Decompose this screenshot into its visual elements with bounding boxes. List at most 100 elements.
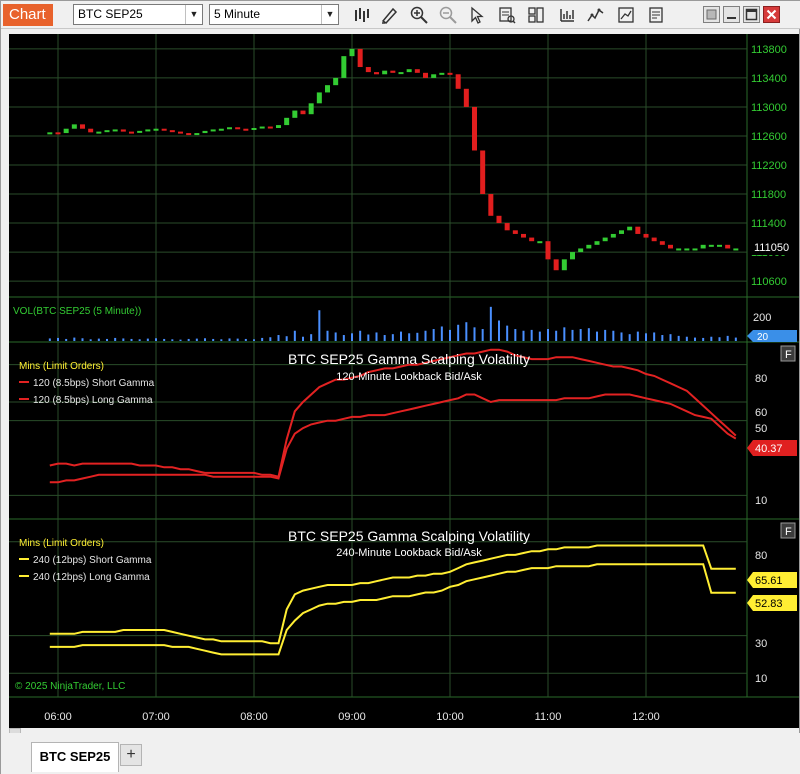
candle: [243, 128, 249, 131]
indicators-icon[interactable]: [586, 5, 606, 25]
candle: [145, 129, 151, 132]
time-tick-label: 07:00: [142, 711, 170, 723]
minimize-button[interactable]: [723, 6, 740, 23]
candle: [561, 259, 567, 271]
candle: [333, 77, 339, 86]
candle: [521, 233, 526, 238]
price-tick-label: 110600: [751, 276, 787, 288]
candle: [104, 130, 110, 133]
volume-bar: [677, 335, 680, 341]
instrument-selector[interactable]: BTC SEP25 ▼: [73, 4, 203, 25]
zoom-out-icon[interactable]: [438, 5, 458, 25]
volume-tick-label: 200: [753, 312, 771, 324]
candle: [619, 230, 624, 234]
tab-btc-sep25[interactable]: BTC SEP25: [31, 742, 119, 772]
price-tick-label: 111800: [751, 189, 786, 201]
volume-bar: [440, 326, 443, 341]
gamma-120-legend-title: Mins (Limit Orders): [19, 361, 104, 372]
price-tick-label: 111400: [751, 218, 786, 230]
restore-button[interactable]: [703, 6, 720, 23]
volume-bar: [367, 334, 370, 341]
candle: [63, 128, 69, 134]
chart-properties-icon[interactable]: [616, 5, 636, 25]
gamma-120-f-label: F: [785, 349, 792, 361]
zoom-in-icon[interactable]: [409, 5, 429, 25]
candle: [161, 128, 167, 131]
volume-bar: [187, 338, 190, 341]
candle: [284, 117, 290, 126]
pointer-icon[interactable]: [467, 5, 487, 25]
candle: [129, 131, 134, 134]
attach-order-icon[interactable]: [646, 5, 666, 25]
bar-type-icon[interactable]: [352, 5, 372, 25]
candle: [602, 237, 608, 242]
volume-bar: [457, 324, 460, 341]
volume-bar: [465, 322, 468, 341]
last-price-marker: 111050: [749, 238, 797, 255]
gamma-240-title: BTC SEP25 Gamma Scalping Volatility: [288, 528, 530, 544]
price-tick-label: 113800: [751, 44, 787, 56]
volume-bar: [179, 339, 182, 341]
volume-bar: [342, 335, 345, 341]
volume-bar: [326, 330, 329, 341]
candle: [80, 124, 85, 129]
volume-bar: [547, 329, 549, 341]
drawing-tool-icon[interactable]: [379, 5, 399, 25]
gamma-240-tick-30: 30: [755, 638, 767, 650]
candle: [545, 241, 551, 260]
candle: [276, 125, 281, 128]
candle: [210, 129, 216, 132]
data-box-icon[interactable]: [497, 5, 517, 25]
candle: [463, 88, 469, 107]
candle: [700, 244, 706, 249]
candle: [439, 72, 445, 75]
candle: [708, 244, 714, 247]
add-tab-button[interactable]: +: [120, 744, 142, 766]
candle: [406, 69, 412, 73]
maximize-button[interactable]: [743, 6, 760, 23]
volume-bar: [596, 331, 598, 341]
candle: [537, 241, 543, 244]
volume-bar: [89, 339, 92, 341]
close-button[interactable]: [763, 6, 780, 23]
volume-bar: [48, 338, 51, 341]
candle: [153, 128, 159, 131]
instrument-value: BTC SEP25: [78, 7, 143, 21]
candle: [227, 127, 232, 130]
chevron-down-icon[interactable]: ▼: [185, 5, 202, 24]
candle: [398, 72, 404, 75]
chevron-down-icon[interactable]: ▼: [321, 5, 338, 24]
volume-bar: [253, 339, 255, 341]
candle: [47, 132, 53, 135]
volume-bar: [171, 339, 174, 341]
price-tick-label: 113400: [751, 73, 787, 85]
price-tick-label: 112200: [751, 160, 787, 172]
candle: [733, 248, 739, 251]
volume-bar: [685, 336, 688, 341]
volume-bar: [146, 338, 149, 341]
volume-bar: [522, 330, 525, 341]
volume-last-marker: 20: [747, 330, 797, 343]
gamma-120-subtitle: 120-Minute Lookback Bid/Ask: [336, 371, 482, 383]
volume-bar: [514, 329, 517, 341]
strategies-icon[interactable]: [557, 5, 577, 25]
volume-bar: [351, 333, 353, 341]
app-title[interactable]: Chart: [3, 4, 53, 26]
volume-bar: [489, 306, 492, 341]
gamma-240-f-button[interactable]: F: [780, 522, 796, 539]
templates-icon[interactable]: [526, 5, 546, 25]
volume-panel-label: VOL(BTC SEP25 (5 Minute)): [13, 306, 141, 317]
volume-bar: [432, 329, 435, 341]
interval-selector[interactable]: 5 Minute ▼: [209, 4, 339, 25]
volume-bar: [310, 334, 313, 341]
volume-bar: [538, 331, 541, 341]
gamma-120-last-marker: 40.37: [747, 440, 797, 456]
volume-bar: [506, 325, 509, 341]
candle: [194, 133, 200, 136]
chart-canvas[interactable]: 113800 113400 113000 112600 112200 111800 1114…: [9, 34, 799, 728]
volume-bar: [653, 332, 656, 341]
candle: [349, 48, 355, 57]
volume-bar: [530, 329, 533, 341]
candle: [300, 110, 306, 115]
gamma-120-f-button[interactable]: F: [780, 345, 796, 362]
